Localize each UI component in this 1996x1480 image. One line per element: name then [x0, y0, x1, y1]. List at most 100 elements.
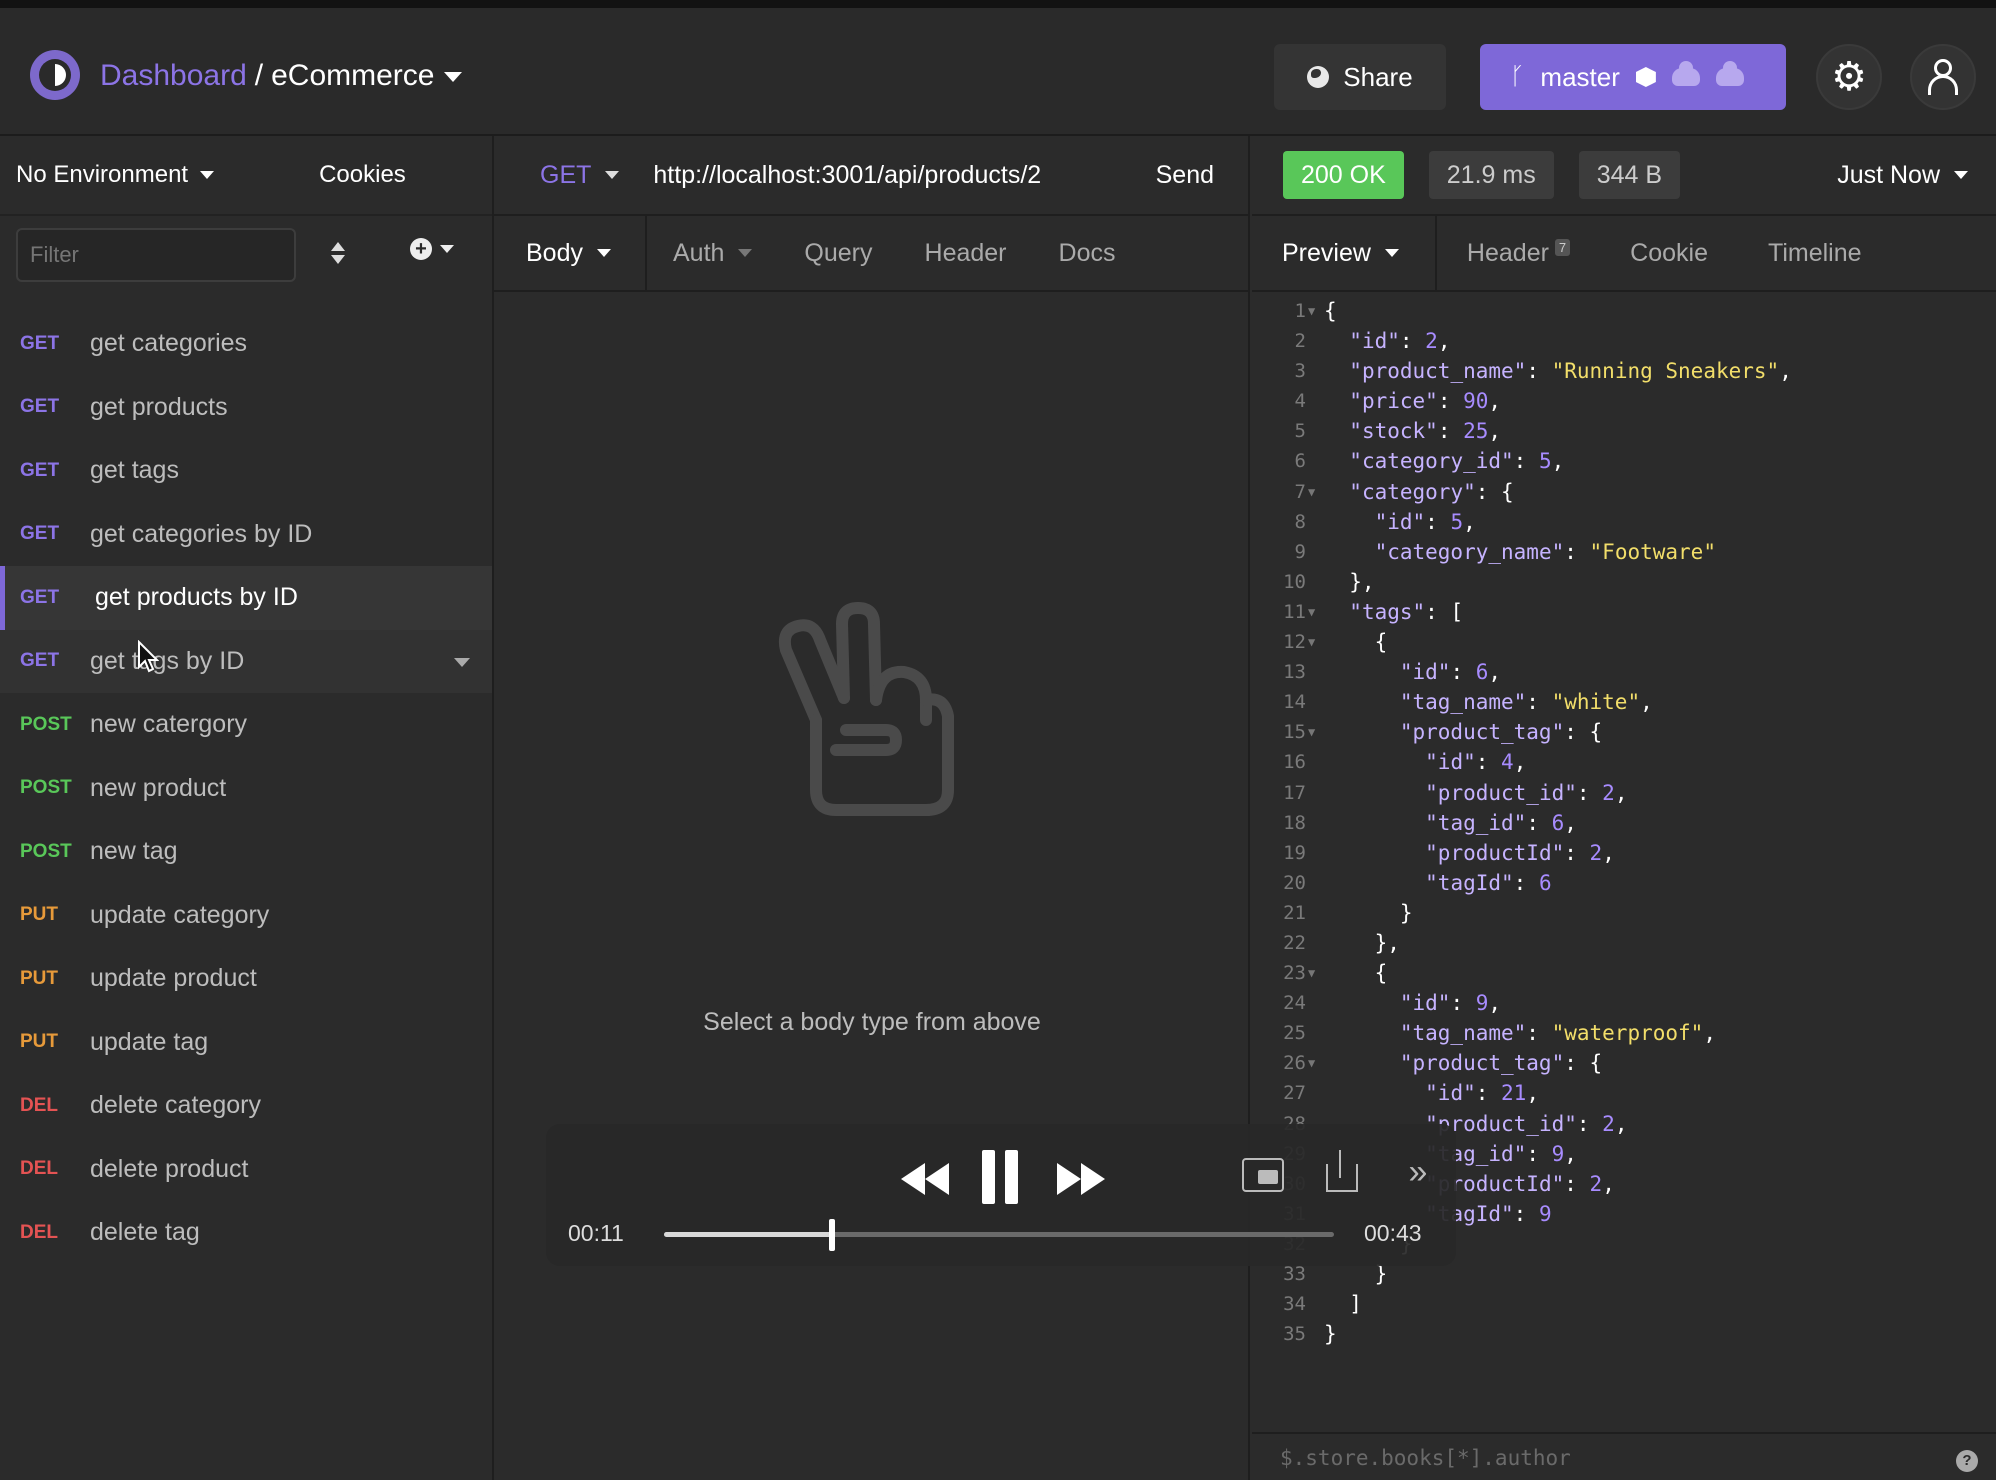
branch-button[interactable]: ᚴ master	[1480, 44, 1786, 110]
code-text: "id": 2,	[1349, 329, 1451, 354]
filter-input[interactable]	[16, 228, 296, 282]
method-badge: POST	[20, 840, 72, 862]
code-line: 26 ▼ "product_tag": {	[1252, 1048, 1996, 1078]
jq-filter-input[interactable]: $.store.books[*].author	[1252, 1432, 1996, 1480]
chevron-down-icon[interactable]	[444, 72, 463, 83]
code-text: "tag_name": "waterproof",	[1399, 1021, 1716, 1046]
mouse-cursor-icon	[138, 640, 159, 673]
list-item-hovered[interactable]: GET get tags by ID	[0, 629, 492, 693]
breadcrumb-separator: /	[254, 59, 264, 92]
code-line: 6 "category_id": 5,	[1252, 446, 1996, 476]
list-item-active[interactable]: GET get products by ID	[0, 566, 492, 630]
scrubber-handle[interactable]	[828, 1219, 835, 1251]
tab-timeline[interactable]: Timeline	[1738, 215, 1892, 291]
code-text: },	[1324, 569, 1375, 594]
fold-arrow-icon[interactable]: ▼	[1306, 296, 1324, 326]
list-item[interactable]: DEL delete category	[0, 1074, 492, 1138]
request-name: delete product	[90, 1154, 249, 1183]
cloud-push-icon[interactable]	[1715, 61, 1744, 86]
sort-icon[interactable]	[330, 240, 346, 268]
account-button[interactable]	[1910, 44, 1976, 110]
line-number: 2	[1294, 330, 1306, 353]
fast-forward-button[interactable]	[1054, 1154, 1108, 1204]
progress-track[interactable]	[664, 1219, 1334, 1251]
fold-gutter	[1306, 747, 1324, 777]
list-item[interactable]: GET get categories by ID	[0, 503, 492, 567]
pause-button[interactable]	[976, 1148, 1024, 1206]
method-badge: GET	[20, 459, 60, 481]
environment-row: No Environment Cookies	[0, 136, 492, 216]
share-button[interactable]: Share	[1274, 44, 1446, 110]
settings-button[interactable]: ⚙	[1816, 44, 1882, 110]
list-item[interactable]: GET get categories	[0, 312, 492, 376]
tab-docs[interactable]: Docs	[1033, 215, 1142, 291]
chevron-down-icon	[738, 249, 753, 257]
url-input[interactable]: http://localhost:3001/api/products/2	[653, 161, 1041, 190]
list-item[interactable]: POST new tag	[0, 820, 492, 884]
tab-cookie[interactable]: Cookie	[1600, 215, 1738, 291]
breadcrumb-dashboard[interactable]: Dashboard	[100, 59, 247, 92]
fold-arrow-icon[interactable]: ▼	[1306, 717, 1324, 747]
list-item[interactable]: DEL delete tag	[0, 1201, 492, 1265]
tab-query[interactable]: Query	[778, 215, 898, 291]
tab-response-header[interactable]: Header 7	[1437, 215, 1600, 291]
tab-body[interactable]: Body	[494, 215, 647, 291]
add-request-button[interactable]: +	[410, 238, 454, 260]
code-text: "id": 4,	[1425, 750, 1527, 775]
rewind-button[interactable]	[898, 1154, 952, 1204]
list-item[interactable]: PUT update category	[0, 884, 492, 948]
request-name: get tags by ID	[90, 646, 245, 675]
fold-arrow-icon[interactable]: ▼	[1306, 597, 1324, 627]
code-text: "tag_id": 6,	[1425, 810, 1577, 835]
breadcrumb-project[interactable]: eCommerce	[271, 59, 434, 92]
peace-hand-icon	[778, 602, 954, 816]
code-line: 13 "id": 6,	[1252, 657, 1996, 687]
method-select[interactable]: GET	[494, 161, 620, 190]
code-line: 25 "tag_name": "waterproof",	[1252, 1018, 1996, 1048]
cookies-button[interactable]: Cookies	[319, 161, 406, 189]
line-number: 12	[1283, 631, 1306, 654]
line-number: 6	[1294, 450, 1306, 473]
line-number: 24	[1283, 992, 1306, 1015]
picture-in-picture-icon[interactable]	[1240, 1154, 1284, 1194]
cloud-pull-icon[interactable]	[1671, 61, 1700, 86]
list-item[interactable]: DEL delete product	[0, 1138, 492, 1202]
header-count-badge: 7	[1554, 238, 1571, 256]
list-item[interactable]: GET get tags	[0, 439, 492, 503]
more-chevron-icon[interactable]: »	[1398, 1152, 1438, 1192]
fold-arrow-icon[interactable]: ▼	[1306, 958, 1324, 988]
code-line: 35}	[1252, 1319, 1996, 1349]
send-button[interactable]: Send	[1156, 161, 1214, 190]
fold-arrow-icon[interactable]: ▼	[1306, 1048, 1324, 1078]
line-number: 19	[1283, 841, 1306, 864]
fold-arrow-icon[interactable]: ▼	[1306, 627, 1324, 657]
tab-label: Query	[804, 238, 873, 267]
list-item[interactable]: PUT update product	[0, 947, 492, 1011]
plus-circle-icon: +	[410, 238, 432, 260]
list-item[interactable]: GET get products	[0, 376, 492, 440]
tab-label: Body	[526, 238, 583, 267]
environment-select[interactable]: No Environment	[16, 161, 215, 189]
method-badge: POST	[20, 777, 72, 799]
user-icon	[1928, 59, 1958, 95]
tab-label: Auth	[672, 238, 725, 267]
code-text: "tagId": 6	[1425, 870, 1552, 895]
tab-label: Docs	[1058, 238, 1116, 267]
list-item[interactable]: POST new product	[0, 757, 492, 821]
tab-preview[interactable]: Preview	[1252, 215, 1437, 291]
list-item[interactable]: POST new catergory	[0, 693, 492, 757]
code-line: 3 "product_name": "Running Sneakers",	[1252, 356, 1996, 386]
list-item[interactable]: PUT update tag	[0, 1011, 492, 1075]
tab-header[interactable]: Header	[899, 215, 1033, 291]
help-icon[interactable]: ?	[1956, 1450, 1978, 1472]
share-icon[interactable]	[1322, 1148, 1358, 1194]
history-dropdown[interactable]: Just Now	[1837, 161, 1968, 190]
tab-auth[interactable]: Auth	[647, 215, 778, 291]
code-line: 17 "product_id": 2,	[1252, 778, 1996, 808]
code-text: "price": 90,	[1349, 389, 1502, 414]
insomnia-logo-icon[interactable]	[30, 50, 80, 100]
chevron-down-icon[interactable]	[454, 657, 470, 667]
fold-gutter	[1306, 326, 1324, 356]
fold-arrow-icon[interactable]: ▼	[1306, 477, 1324, 507]
tab-label: Timeline	[1767, 238, 1862, 267]
